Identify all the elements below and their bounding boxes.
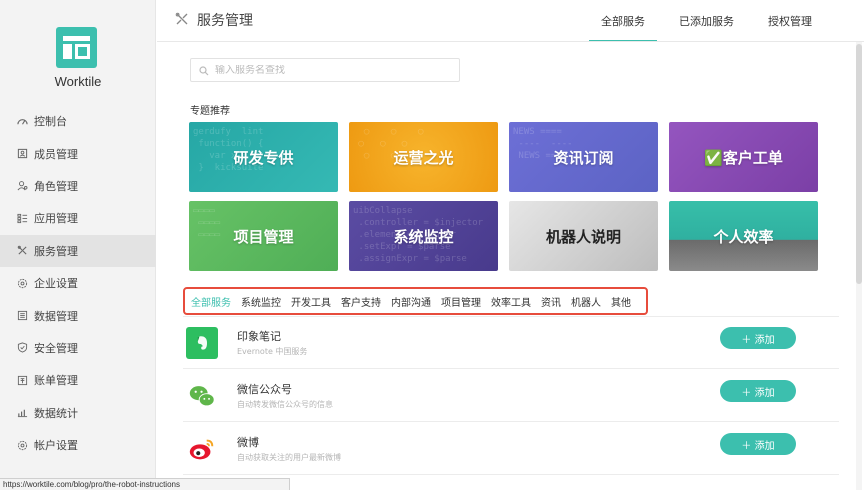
scroll-thumb[interactable] [856, 44, 862, 284]
shield-icon [16, 342, 28, 354]
card-robot[interactable]: 机器人说明 [509, 201, 658, 271]
service-name: 微博 [237, 436, 259, 449]
account-gear-icon [16, 439, 28, 451]
service-description: 自动获取关注的用户最新微博 [237, 453, 341, 462]
sidebar-item-label: 成员管理 [34, 147, 78, 161]
tab-added-services[interactable]: 已添加服务 [665, 0, 748, 42]
sidebar-item-account-settings[interactable]: 帐户设置 [0, 429, 156, 461]
card-label: 个人效率 [713, 227, 774, 246]
sidebar-item-bills[interactable]: 账单管理 [0, 364, 156, 396]
search-box[interactable] [190, 58, 460, 82]
service-description: 自动转发微信公众号的信息 [237, 400, 333, 409]
card-label: ✅客户工单 [704, 148, 783, 167]
main-content: 服务管理 全部服务 已添加服务 授权管理 专题推荐 gerdufy lint f… [157, 0, 864, 490]
role-icon [16, 180, 28, 192]
card-rd[interactable]: gerdufy lint function() { var x = 1; } k… [189, 122, 338, 192]
sidebar-item-label: 安全管理 [34, 341, 78, 355]
service-row-wechat: 微信公众号 自动转发微信公众号的信息 ＋ 添加 [183, 370, 839, 422]
sidebar: Worktile 控制台 成员管理 角色管理 应用管理 服务管理 企业设置 数据 [0, 0, 156, 490]
add-service-button[interactable]: ＋ 添加 [720, 327, 796, 349]
sidebar-item-label: 控制台 [34, 115, 67, 129]
category-filter-bar: 全部服务 系统监控 开发工具 客户支持 内部沟通 项目管理 效率工具 资讯 机器… [183, 287, 648, 315]
search-icon [199, 61, 209, 80]
browser-status-url: https://worktile.com/blog/pro/the-robot-… [0, 478, 290, 490]
sidebar-item-label: 账单管理 [34, 374, 78, 388]
evernote-icon [186, 327, 218, 359]
sidebar-nav: 控制台 成员管理 角色管理 应用管理 服务管理 企业设置 数据管理 安全管理 账… [0, 105, 156, 461]
service-description: Evernote 中国服务 [237, 347, 308, 356]
sidebar-item-statistics[interactable]: 数据统计 [0, 397, 156, 429]
page-title: 服务管理 [197, 13, 253, 29]
sidebar-item-apps[interactable]: 应用管理 [0, 202, 156, 234]
card-news[interactable]: NEWS ==== ---- ---- NEWS ==== 资讯订阅 [509, 122, 658, 192]
card-label: 项目管理 [233, 227, 294, 246]
sidebar-item-enterprise-settings[interactable]: 企业设置 [0, 267, 156, 299]
featured-title: 专题推荐 [190, 106, 230, 117]
category-dev-tools[interactable]: 开发工具 [291, 294, 331, 309]
card-label: 研发专供 [233, 148, 294, 167]
bill-icon [16, 374, 28, 386]
sidebar-item-label: 帐户设置 [34, 439, 78, 453]
category-other[interactable]: 其他 [611, 294, 631, 309]
tab-all-services[interactable]: 全部服务 [587, 0, 659, 42]
card-tickets[interactable]: ✅客户工单 [669, 122, 818, 192]
service-name: 微信公众号 [237, 383, 292, 396]
card-productivity[interactable]: 个人效率 [669, 201, 818, 271]
sidebar-item-label: 数据管理 [34, 309, 78, 323]
category-news[interactable]: 资讯 [541, 294, 561, 309]
tab-authorization[interactable]: 授权管理 [754, 0, 826, 42]
service-icon [16, 245, 28, 257]
page-header: 服务管理 [175, 10, 253, 30]
category-all[interactable]: 全部服务 [191, 294, 231, 309]
settings-icon [16, 277, 28, 289]
card-operations[interactable]: ◯ ◯ ◯ ◯ ◯ ◯ ◯ ◯ 运营之光 [349, 122, 498, 192]
card-projects[interactable]: ▭▭▭▭ ▭▭▭▭ ▭▭▭▭ 项目管理 [189, 201, 338, 271]
member-icon [16, 148, 28, 160]
sidebar-item-data[interactable]: 数据管理 [0, 299, 156, 331]
sidebar-item-members[interactable]: 成员管理 [0, 137, 156, 169]
category-internal-comm[interactable]: 内部沟通 [391, 294, 431, 309]
card-monitoring[interactable]: uibCollapse .controller = $injector .ele… [349, 201, 498, 271]
service-icon [175, 11, 189, 30]
category-customer-support[interactable]: 客户支持 [341, 294, 381, 309]
sidebar-item-label: 企业设置 [34, 277, 78, 291]
card-label: 机器人说明 [545, 227, 621, 246]
sidebar-item-label: 应用管理 [34, 212, 78, 226]
add-service-button[interactable]: ＋ 添加 [720, 380, 796, 402]
app-icon [16, 212, 28, 224]
brand-name: Worktile [54, 74, 102, 89]
weibo-icon [186, 433, 218, 465]
add-service-button[interactable]: ＋ 添加 [720, 433, 796, 455]
data-icon [16, 310, 28, 322]
service-row-weibo: 微博 自动获取关注的用户最新微博 ＋ 添加 [183, 423, 839, 475]
category-monitoring[interactable]: 系统监控 [241, 294, 281, 309]
sidebar-item-services[interactable]: 服务管理 [0, 234, 156, 267]
category-efficiency[interactable]: 效率工具 [491, 294, 531, 309]
sidebar-item-label: 数据统计 [34, 406, 78, 420]
header-tabs: 全部服务 已添加服务 授权管理 [581, 0, 826, 42]
dashboard-icon [16, 115, 28, 127]
sidebar-item-label: 服务管理 [34, 244, 78, 258]
stats-icon [16, 407, 28, 419]
category-robots[interactable]: 机器人 [571, 294, 601, 309]
worktile-logo-icon[interactable] [56, 27, 97, 68]
card-label: 资讯订阅 [553, 148, 614, 167]
category-project-mgmt[interactable]: 项目管理 [441, 294, 481, 309]
scrollbar[interactable] [856, 42, 862, 490]
header-divider [157, 41, 864, 42]
sidebar-item-roles[interactable]: 角色管理 [0, 170, 156, 202]
search-input[interactable] [215, 64, 445, 76]
service-row-evernote: 印象笔记 Evernote 中国服务 ＋ 添加 [183, 317, 839, 369]
service-name: 印象笔记 [237, 330, 281, 343]
card-label: 系统监控 [393, 227, 454, 246]
card-label: 运营之光 [393, 148, 454, 167]
sidebar-item-dashboard[interactable]: 控制台 [0, 105, 156, 137]
wechat-icon [186, 380, 218, 412]
sidebar-item-label: 角色管理 [34, 179, 78, 193]
sidebar-item-security[interactable]: 安全管理 [0, 332, 156, 364]
